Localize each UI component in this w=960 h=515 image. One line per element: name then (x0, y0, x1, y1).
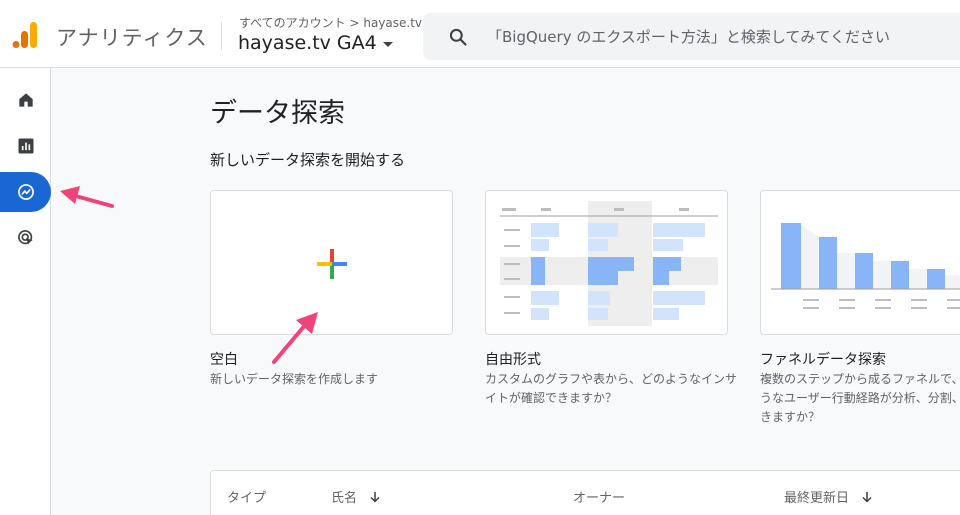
section-title: 新しいデータ探索を開始する (210, 151, 406, 169)
reports-icon (18, 138, 33, 154)
account-breadcrumb[interactable]: すべてのアカウント > hayase.tv (239, 14, 422, 31)
card-desc-funnel-line-3: きますか？ (760, 410, 821, 424)
card-desc-blank: 新しいデータ探索を作成します (210, 372, 379, 386)
card-label-free-form: 自由形式 (485, 352, 541, 368)
blank-exploration-card[interactable] (210, 190, 453, 335)
card-desc-free-form: カスタムのグラフや表から、どのようなインサイトが確認できますか？ (485, 372, 738, 405)
exploration-table: タイプ 氏名 オーナー 最終更新日 (210, 470, 960, 515)
column-header-owner-label: オーナー (573, 491, 626, 506)
card-desc-funnel-line-2: うなユーザー行動経路が分析、分割、 (760, 391, 960, 405)
annotation-arrow-icon (60, 186, 114, 208)
column-header-last-modified[interactable]: 最終更新日 (784, 487, 873, 506)
main-content: データ探索 新しいデータ探索を開始する 空白 新しいデータ探索を作成します 自由… (52, 69, 960, 515)
analytics-logo-icon[interactable] (12, 20, 40, 50)
app-title: アナリティクス (56, 26, 208, 50)
left-navigation (0, 68, 51, 515)
page-title: データ探索 (210, 98, 345, 129)
column-header-type-label: タイプ (227, 491, 267, 506)
explore-icon (17, 184, 34, 200)
funnel-exploration-card[interactable] (760, 190, 960, 335)
card-label-funnel: ファネルデータ探索 (760, 352, 886, 368)
search-icon (449, 28, 467, 46)
nav-reports[interactable] (0, 126, 51, 166)
card-label-blank: 空白 (210, 352, 238, 368)
plus-icon (317, 249, 347, 279)
column-header-last-modified-label: 最終更新日 (784, 491, 850, 506)
funnel-thumbnail (771, 223, 960, 309)
arrow-down-icon[interactable] (861, 491, 873, 503)
nav-explore[interactable] (0, 172, 51, 212)
free-form-thumbnail (500, 201, 718, 326)
property-selector[interactable]: hayase.tv GA4 (238, 32, 393, 54)
card-desc-funnel: 複数のステップから成るファネルで、ユ うなユーザー行動経路が分析、分割、 きます… (760, 370, 960, 427)
advertising-icon (17, 230, 33, 245)
property-name: hayase.tv GA4 (238, 32, 377, 54)
chevron-down-icon (382, 41, 393, 47)
home-icon (18, 93, 33, 107)
top-header: アナリティクス すべてのアカウント > hayase.tv hayase.tv … (0, 0, 960, 68)
header-divider (221, 22, 222, 50)
arrow-down-icon[interactable] (369, 491, 381, 503)
free-form-card[interactable] (485, 190, 728, 335)
search-bar[interactable] (423, 13, 960, 60)
search-input[interactable] (487, 13, 947, 60)
column-header-type[interactable]: タイプ (227, 487, 266, 506)
column-header-name[interactable]: 氏名 (331, 487, 381, 506)
column-header-name-label: 氏名 (331, 491, 358, 506)
nav-home[interactable] (0, 80, 51, 120)
nav-advertising[interactable] (0, 218, 51, 258)
card-desc-funnel-line-1: 複数のステップから成るファネルで、ユ (760, 372, 960, 386)
column-header-owner[interactable]: オーナー (573, 487, 625, 506)
annotation-arrow-icon (272, 312, 318, 364)
